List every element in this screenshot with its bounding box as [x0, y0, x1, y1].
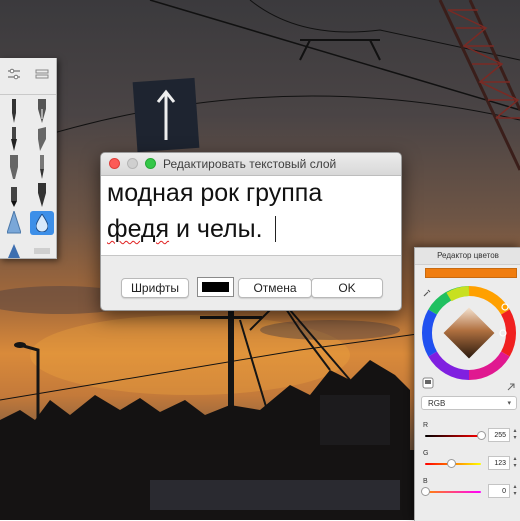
channel-g-field[interactable]: 123 — [488, 456, 510, 470]
marker-icon — [10, 155, 18, 179]
expand-icon[interactable] — [507, 378, 515, 396]
channel-b-stepper[interactable]: ▴ ▾ — [512, 484, 518, 498]
text-color-well[interactable] — [197, 277, 234, 297]
edit-text-layer-dialog: Редактировать текстовый слой модная рок … — [100, 152, 402, 311]
channel-g-slider[interactable] — [425, 459, 481, 468]
calligraphy-pen-tool[interactable] — [28, 125, 56, 153]
pen-icon — [12, 99, 16, 123]
color-editor-panel: Редактор цветов RGB ▾ R 255 ▴ ▾ G 123 ▴ … — [414, 247, 520, 521]
value-marker — [499, 329, 507, 337]
crayon-tool[interactable] — [0, 181, 28, 209]
tool-grid — [0, 95, 56, 265]
water-drop-icon — [36, 214, 48, 232]
calligraphy-pen-icon — [38, 127, 46, 151]
thin-brush-icon — [40, 155, 44, 179]
nib-icon — [38, 183, 46, 207]
text-line-1: модная рок группа — [107, 179, 323, 207]
channel-b-knob[interactable] — [420, 487, 430, 496]
eraser-icon — [34, 248, 50, 254]
color-wheel[interactable] — [421, 285, 517, 381]
palette-extra-tool[interactable] — [28, 237, 56, 265]
channel-b-label: B — [423, 478, 428, 485]
channel-b-field[interactable]: 0 — [488, 484, 510, 498]
smudge-tool[interactable] — [0, 237, 28, 265]
ok-button[interactable]: OK — [311, 278, 383, 298]
text-caret — [274, 216, 276, 242]
settings-sliders-icon[interactable] — [7, 67, 21, 85]
pen-tool[interactable] — [0, 97, 28, 125]
brush-tool[interactable] — [0, 125, 28, 153]
text-line-2: федя и челы. — [107, 215, 276, 244]
channel-r-label: R — [423, 422, 429, 429]
crayon-icon — [11, 187, 17, 207]
close-window-button[interactable] — [109, 158, 120, 169]
marker-tool[interactable] — [0, 153, 28, 181]
color-editor-title: Редактор цветов — [415, 248, 520, 265]
text-editor-area[interactable]: модная рок группа федя и челы. — [101, 176, 401, 256]
cancel-button[interactable]: Отмена — [238, 278, 312, 298]
channel-g-knob[interactable] — [447, 459, 457, 468]
color-mode-select[interactable]: RGB ▾ — [421, 396, 517, 410]
brush-palette — [0, 58, 57, 259]
fountain-pen-icon — [38, 99, 46, 123]
channel-r-stepper[interactable]: ▴ ▾ — [512, 428, 518, 442]
thin-brush-tool[interactable] — [28, 153, 56, 181]
smudge-icon — [8, 244, 20, 258]
channel-r-knob[interactable] — [476, 431, 486, 440]
channel-r-field[interactable]: 255 — [488, 428, 510, 442]
dialog-titlebar[interactable]: Редактировать текстовый слой — [101, 153, 401, 176]
fountain-pen-tool[interactable] — [28, 97, 56, 125]
airbrush-tool[interactable] — [0, 209, 28, 237]
channel-r-slider[interactable] — [425, 431, 486, 440]
brush-icon — [11, 127, 17, 151]
chevron-down-icon: ▾ — [507, 400, 511, 407]
current-color-bar — [425, 268, 517, 278]
water-drop-tool[interactable] — [30, 211, 54, 235]
channel-g-stepper[interactable]: ▴ ▾ — [512, 456, 518, 470]
zoom-window-button[interactable] — [145, 158, 156, 169]
text-line-2-rest: и челы. — [169, 215, 263, 243]
window-controls — [109, 158, 156, 169]
airbrush-icon — [7, 211, 21, 234]
misspelled-word: федя — [107, 215, 170, 243]
fonts-button[interactable]: Шрифты — [121, 278, 189, 298]
palette-toolbar — [0, 58, 56, 95]
text-color-swatch — [202, 282, 229, 292]
color-picker-icon[interactable] — [422, 376, 434, 394]
nib-tool[interactable] — [28, 181, 56, 209]
color-mode-value: RGB — [428, 399, 446, 408]
saturation-value-square — [443, 307, 495, 359]
swap-icon[interactable] — [35, 67, 49, 85]
channel-b-slider[interactable] — [420, 487, 481, 496]
channel-g-label: G — [423, 450, 429, 457]
dialog-title: Редактировать текстовый слой — [163, 157, 337, 171]
minimize-window-button[interactable] — [127, 158, 138, 169]
